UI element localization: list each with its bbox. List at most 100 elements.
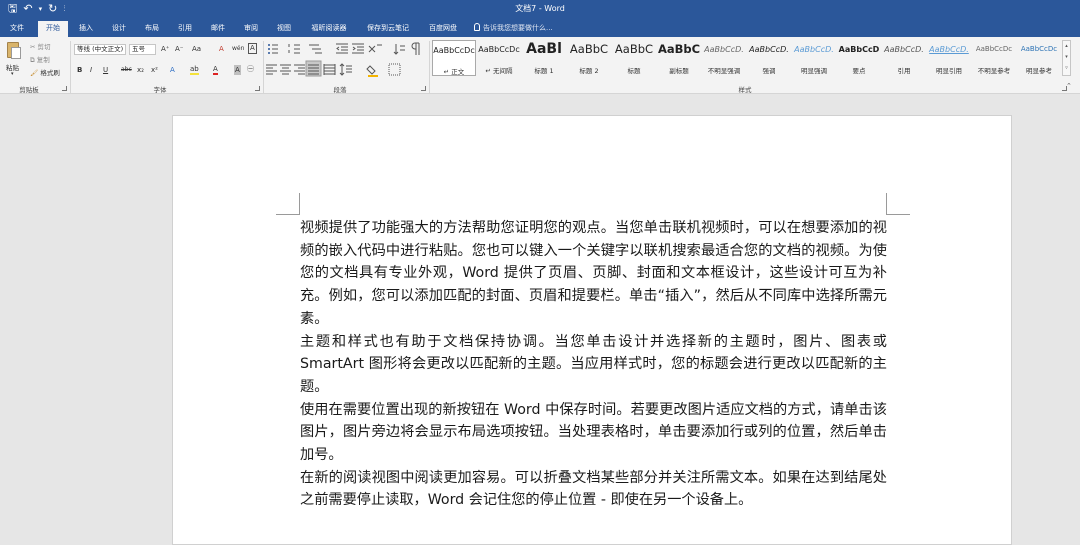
chevron-down-icon[interactable]: ▾ [1063,52,1070,63]
style-name: 要点 [852,67,866,75]
tab-insert[interactable]: 插入 [74,21,98,37]
shading-icon[interactable] [366,65,378,77]
italic-button[interactable]: I [90,65,92,75]
paragraph-group-label: 段落 [333,86,347,94]
enclose-characters-button[interactable]: ㊀ [247,64,254,74]
underline-button[interactable]: U [103,65,108,75]
tab-save-to-cloud-note[interactable]: 保存到云笔记 [362,21,414,37]
style-subtitle[interactable]: AaBbC 副标题 [657,40,701,76]
phonetic-guide-button[interactable]: wén [232,44,244,54]
font-launcher-icon[interactable] [255,86,260,91]
format-painter-button[interactable]: 🖌 格式刷 [30,67,60,77]
style-preview: AaBbCcD [838,45,880,54]
collapse-ribbon-icon[interactable]: ⌃ [1066,82,1072,90]
distributed-icon[interactable] [323,64,336,75]
style-quote[interactable]: AaBbCcD. 引用 [882,40,926,76]
style-preview: AaBbCcDc [478,45,520,54]
decrease-indent-icon[interactable] [336,43,348,54]
style-normal[interactable]: AaBbCcDc ↵ 正文 [432,40,476,76]
chevron-up-icon[interactable]: ▴ [1063,41,1070,52]
copy-button[interactable]: ⧉ 复制 [30,54,50,65]
font-size-select[interactable]: 五号 [129,44,156,55]
body-paragraph[interactable]: 视频提供了功能强大的方法帮助您证明您的观点。当您单击联机视频时，可以在想要添加的… [300,217,887,331]
document-body[interactable]: 视频提供了功能强大的方法帮助您证明您的观点。当您单击联机视频时，可以在想要添加的… [300,217,887,512]
tab-mailings[interactable]: 邮件 [206,21,230,37]
tab-foxit-reader[interactable]: 福昕阅读器 [305,21,353,37]
bullets-icon[interactable] [268,44,278,54]
body-paragraph[interactable]: 在新的阅读视图中阅读更加容易。可以折叠文档某些部分并关注所需文本。如果在达到结尾… [300,467,887,512]
numbering-icon[interactable] [288,44,300,54]
superscript-button[interactable]: x² [151,65,158,75]
paste-icon[interactable] [7,42,21,59]
style-subtle-reference[interactable]: AaBbCcDc 不明显参考 [972,40,1016,76]
style-no-spacing[interactable]: AaBbCcDc ↵ 无间隔 [477,40,521,76]
style-strong[interactable]: AaBbCcD 要点 [837,40,881,76]
increase-indent-icon[interactable] [352,43,364,54]
grow-font-button[interactable]: A⁺ [161,44,169,54]
paragraph-controls [266,42,420,77]
font-name-select[interactable]: 等线 (中文正文) [74,44,126,55]
character-border-button[interactable]: A [248,43,257,54]
font-color-button[interactable]: A [213,65,218,75]
style-subtle-emphasis[interactable]: AaBbCcD. 不明显强调 [702,40,746,76]
tab-references[interactable]: 引用 [173,21,197,37]
change-case-button[interactable]: Aa [192,44,201,54]
window-title: 文档7 - Word [515,4,565,13]
body-paragraph[interactable]: 使用在需要位置出现的新按钮在 Word 中保存时间。若要更改图片适应文档的方式，… [300,399,887,467]
align-right-icon[interactable] [294,64,305,75]
styles-gallery: AaBbCcDc ↵ 正文 AaBbCcDc ↵ 无间隔 AaBl 标题 1 A… [432,40,1062,76]
sort-icon[interactable] [393,44,405,55]
line-spacing-icon[interactable] [339,63,352,76]
style-name: 标题 1 [534,67,554,75]
style-name: 明显引用 [936,67,962,75]
tell-me-box[interactable]: 告诉我您想要做什么... [474,21,553,35]
align-center-icon[interactable] [280,64,291,75]
cut-label: 剪切 [37,43,51,51]
bold-button[interactable]: B [77,65,82,75]
styles-gallery-scroll[interactable]: ▴ ▾ ▿ [1062,40,1071,76]
tab-design[interactable]: 设计 [107,21,131,37]
text-effects-button[interactable]: A [170,65,175,75]
style-preview: AaBbCcDc [433,46,475,55]
paragraph-launcher-icon[interactable] [421,86,426,91]
borders-icon[interactable] [388,63,401,76]
strikethrough-button[interactable]: abc [121,65,132,75]
clipboard-launcher-icon[interactable] [62,86,67,91]
style-intense-quote[interactable]: AaBbCcD. 明显引用 [927,40,971,76]
tab-file[interactable]: 文件 [4,21,30,37]
paste-dropdown-icon[interactable]: ▾ [11,71,14,77]
tab-home[interactable]: 开始 [38,21,68,37]
cut-button[interactable]: ✂ 剪切 [30,41,51,51]
highlight-button[interactable]: ab [190,65,199,75]
subscript-button[interactable]: x₂ [137,65,144,75]
style-preview: AaBbC [569,42,609,56]
chinese-layout-icon[interactable] [368,44,382,53]
character-shading-button[interactable]: A [234,65,241,75]
group-divider [263,41,264,93]
shrink-font-button[interactable]: A⁻ [175,44,183,54]
tab-view[interactable]: 视图 [272,21,296,37]
tab-layout[interactable]: 布局 [140,21,164,37]
style-heading-1[interactable]: AaBl 标题 1 [522,40,566,76]
style-intense-emphasis[interactable]: AaBbCcD. 明显强调 [792,40,836,76]
multilevel-list-icon[interactable] [309,44,322,54]
style-name: 引用 [897,67,911,75]
style-emphasis[interactable]: AaBbCcD. 强调 [747,40,791,76]
body-paragraph[interactable]: 主题和样式也有助于文档保持协调。当您单击设计并选择新的主题时，图片、图表或 Sm… [300,331,887,399]
style-heading-2[interactable]: AaBbC 标题 2 [567,40,611,76]
tab-baidu-netdisk[interactable]: 百度网盘 [424,21,462,37]
show-paragraph-marks-icon[interactable] [411,42,420,55]
style-intense-reference[interactable]: AaBbCcDc 明显参考 [1017,40,1061,76]
style-name: 不明显参考 [977,67,1011,75]
align-left-icon[interactable] [266,64,277,75]
group-divider [429,41,430,93]
copy-label: 复制 [36,56,50,64]
document-page[interactable]: 视频提供了功能强大的方法帮助您证明您的观点。当您单击联机视频时，可以在想要添加的… [172,115,1012,545]
style-name: 明显强调 [801,67,827,75]
tab-review[interactable]: 审阅 [239,21,263,37]
clear-formatting-button[interactable]: A [219,44,224,54]
style-preview: AaBbCcD. [884,45,924,54]
style-preview: AaBbCcDc [1020,45,1058,53]
style-title[interactable]: AaBbC 标题 [612,40,656,76]
more-styles-icon[interactable]: ▿ [1063,63,1070,73]
